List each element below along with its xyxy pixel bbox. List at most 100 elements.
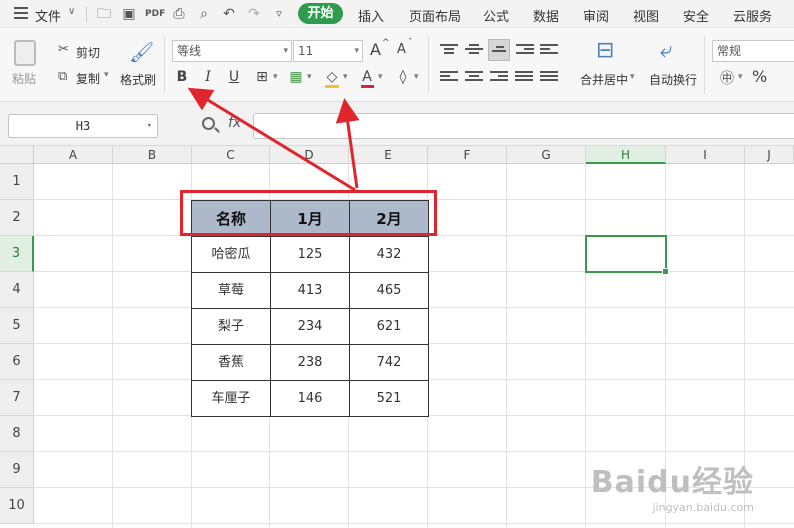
save-icon[interactable]: ▣ [120, 5, 138, 23]
redo-icon[interactable]: ↷ [245, 5, 263, 23]
column-header-b[interactable]: B [113, 146, 192, 164]
copy-icon[interactable]: ⧉ [58, 69, 67, 84]
table-cell[interactable]: 草莓 [192, 273, 271, 309]
column-header-f[interactable]: F [428, 146, 507, 164]
paste-icon[interactable] [14, 40, 36, 66]
hamburger-menu-icon[interactable] [14, 7, 28, 19]
tab-page-layout[interactable]: 页面布局 [409, 6, 461, 25]
font-size-select[interactable]: 11 ▾ [293, 40, 363, 62]
font-name-select[interactable]: 等线 ▾ [172, 40, 292, 62]
table-cell[interactable]: 521 [350, 381, 429, 417]
tab-cloud-services[interactable]: 云服务 [733, 6, 772, 25]
tab-home[interactable]: 开始 [298, 3, 343, 24]
select-all-corner[interactable] [0, 146, 34, 164]
borders-dropdown-icon[interactable]: ▾ [273, 72, 278, 82]
print-icon[interactable]: ⎙ [170, 5, 188, 23]
column-header-c[interactable]: C [192, 146, 270, 164]
conditional-format-dropdown-icon[interactable]: ▾ [307, 72, 312, 82]
decrease-font-size-button[interactable]: A [397, 42, 406, 57]
align-top-icon[interactable] [440, 42, 458, 58]
borders-icon[interactable]: ⊞ [251, 66, 273, 88]
paste-button-label[interactable]: 粘贴 [12, 70, 36, 87]
row-header-9[interactable]: 9 [0, 452, 34, 488]
row-header-4[interactable]: 4 [0, 272, 34, 308]
align-left-icon[interactable] [440, 69, 458, 85]
export-pdf-icon[interactable]: PDF [145, 5, 165, 23]
percent-button[interactable]: % [752, 67, 767, 86]
table-cell[interactable]: 432 [350, 237, 429, 273]
copy-dropdown-icon[interactable]: ▾ [104, 70, 109, 80]
row-header-2[interactable]: 2 [0, 200, 34, 236]
wrap-text-button[interactable]: 自动换行 [649, 71, 697, 88]
print-preview-icon[interactable]: ⌕ [195, 5, 213, 23]
table-cell[interactable]: 238 [271, 345, 350, 381]
table-cell[interactable]: 车厘子 [192, 381, 271, 417]
chevron-down-icon[interactable]: ∨ [68, 6, 75, 17]
italic-button[interactable]: I [197, 66, 219, 88]
undo-icon[interactable]: ↶ [220, 5, 238, 23]
merge-dropdown-icon[interactable]: ▾ [630, 72, 635, 82]
selected-cell-h3[interactable] [585, 235, 669, 275]
format-painter-icon[interactable]: 🖌 [129, 40, 154, 64]
tab-insert[interactable]: 插入 [358, 6, 384, 25]
name-box[interactable]: H3 ▾ [8, 114, 158, 138]
wrap-text-icon[interactable]: ⤶ [660, 38, 672, 63]
table-cell[interactable]: 125 [271, 237, 350, 273]
currency-icon[interactable]: ㊥ [720, 68, 734, 88]
table-cell[interactable]: 621 [350, 309, 429, 345]
row-header-3[interactable]: 3 [0, 236, 34, 272]
cut-button[interactable]: 剪切 [76, 44, 100, 61]
align-center-icon[interactable] [465, 69, 483, 85]
format-painter-button[interactable]: 格式刷 [120, 71, 156, 88]
increase-font-size-button[interactable]: A [370, 40, 381, 59]
table-cell[interactable]: 234 [271, 309, 350, 345]
formula-input[interactable] [253, 113, 794, 139]
distributed-align-icon[interactable] [540, 69, 558, 85]
column-header-a[interactable]: A [34, 146, 113, 164]
clear-dropdown-icon[interactable]: ▾ [414, 72, 419, 82]
column-header-j[interactable]: J [745, 146, 794, 164]
column-header-g[interactable]: G [507, 146, 586, 164]
decrease-indent-icon[interactable] [516, 42, 534, 58]
table-cell[interactable]: 413 [271, 273, 350, 309]
open-folder-icon[interactable]: 🗀 [95, 5, 113, 23]
column-header-h[interactable]: H [586, 146, 666, 164]
fill-color-dropdown-icon[interactable]: ▾ [343, 72, 348, 82]
column-header-e[interactable]: E [349, 146, 428, 164]
tab-view[interactable]: 视图 [633, 6, 659, 25]
table-cell[interactable]: 146 [271, 381, 350, 417]
row-header-10[interactable]: 10 [0, 488, 34, 524]
table-cell[interactable]: 香蕉 [192, 345, 271, 381]
align-bottom-icon[interactable] [488, 39, 510, 61]
justify-icon[interactable] [515, 69, 533, 85]
underline-button[interactable]: U [223, 66, 245, 88]
bold-button[interactable]: B [171, 66, 193, 88]
row-header-6[interactable]: 6 [0, 344, 34, 380]
table-cell[interactable]: 465 [350, 273, 429, 309]
row-header-8[interactable]: 8 [0, 416, 34, 452]
table-cell[interactable]: 哈密瓜 [192, 237, 271, 273]
tab-security[interactable]: 安全 [683, 6, 709, 25]
merge-center-button[interactable]: 合并居中 [580, 71, 628, 88]
row-header-5[interactable]: 5 [0, 308, 34, 344]
zoom-icon[interactable] [202, 117, 215, 130]
font-color-dropdown-icon[interactable]: ▾ [378, 72, 383, 82]
table-cell[interactable]: 742 [350, 345, 429, 381]
copy-button[interactable]: 复制 [76, 70, 100, 87]
align-middle-icon[interactable] [465, 42, 483, 58]
insert-function-button[interactable]: fx [228, 115, 241, 131]
tab-data[interactable]: 数据 [533, 6, 559, 25]
tab-review[interactable]: 审阅 [583, 6, 609, 25]
conditional-format-icon[interactable]: ▦ [285, 66, 307, 88]
file-menu[interactable]: 文件 [35, 6, 61, 25]
customize-toolbar-icon[interactable]: ▿ [270, 5, 288, 23]
row-header-7[interactable]: 7 [0, 380, 34, 416]
scissors-icon[interactable]: ✂ [58, 42, 69, 57]
number-format-select[interactable]: 常规 [712, 40, 794, 62]
eraser-icon[interactable]: ◊ [392, 66, 414, 88]
worksheet-grid[interactable]: ABCDEFGHIJ 1 2 3 4 5 6 7 8 9 10 名称 1月 2月 哈密瓜 125 432 草莓… [0, 146, 794, 528]
table-cell[interactable]: 梨子 [192, 309, 271, 345]
tab-formulas[interactable]: 公式 [483, 6, 509, 25]
column-header-i[interactable]: I [666, 146, 745, 164]
currency-dropdown-icon[interactable]: ▾ [738, 72, 743, 82]
